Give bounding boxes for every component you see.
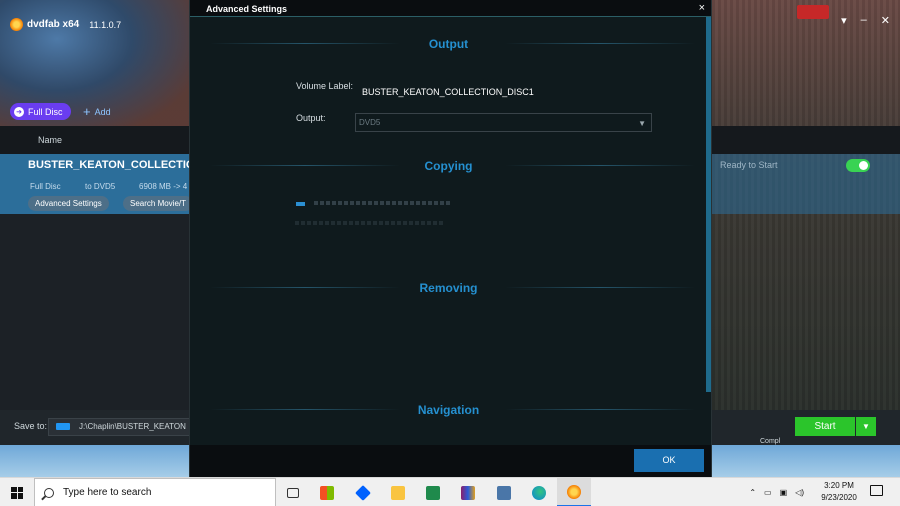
notification-icon[interactable] [870, 485, 883, 496]
output-select[interactable]: DVD5 ▼ [355, 113, 652, 132]
menu-icon[interactable]: ▾ [841, 14, 847, 27]
taskbar: Type here to search ⌃ ▭ ▣ ◁) 3:20 PM 9/2… [0, 477, 900, 506]
task-title: BUSTER_KEATON_COLLECTION [28, 159, 203, 171]
dialog-title: Advanced Settings [206, 4, 288, 14]
dialog-body[interactable]: Output Volume Label: BUSTER_KEATON_COLLE… [190, 17, 707, 445]
app-logo-text: dvdfab x64 [27, 19, 80, 30]
dialog-titlebar: Advanced Settings × [190, 0, 711, 17]
start-dropdown-icon[interactable]: ▼ [856, 417, 876, 436]
volume-label-label: Volume Label: [296, 81, 354, 91]
store-icon[interactable] [310, 478, 344, 506]
copying-option-row [314, 201, 452, 205]
task-size: 6908 MB -> 4 [139, 182, 188, 191]
battery-icon[interactable]: ▭ [764, 488, 772, 497]
dvdfab-logo-icon [10, 18, 23, 31]
window-controls: ▾ – ✕ [841, 14, 890, 27]
advanced-settings-dialog: Advanced Settings × Output Volume Label:… [189, 0, 712, 477]
search-icon [44, 487, 54, 498]
windows-logo-icon [11, 486, 23, 499]
column-name: Name [38, 135, 63, 145]
edge-icon[interactable] [522, 478, 556, 506]
promo-badge[interactable] [797, 5, 829, 19]
close-icon[interactable]: ✕ [881, 14, 890, 27]
output-select-value: DVD5 [359, 118, 381, 127]
task-enable-toggle[interactable] [846, 159, 870, 172]
system-tray: ⌃ ▭ ▣ ◁) [745, 478, 808, 506]
file-explorer-icon[interactable] [381, 478, 415, 506]
task-mode: Full Disc [30, 182, 61, 191]
save-to-label: Save to: [14, 421, 48, 431]
task-row[interactable]: BUSTER_KEATON_COLLECTION Full Disc to DV… [0, 154, 202, 214]
task-status: Ready to Start [720, 160, 778, 170]
app-logo: dvdfab x64 11.1.0.7 [10, 18, 121, 31]
copying-option-row [295, 221, 445, 225]
minimize-icon[interactable]: – [861, 14, 867, 27]
search-movie-button[interactable]: Search Movie/T [123, 196, 194, 211]
volume-icon[interactable]: ◁) [795, 488, 804, 497]
chevron-up-icon[interactable]: ⌃ [749, 488, 756, 497]
app-version: 11.1.0.7 [89, 19, 122, 30]
task-view-icon[interactable] [276, 478, 310, 506]
ok-button[interactable]: OK [634, 449, 704, 472]
completion-text: Compl [760, 438, 781, 445]
copying-option-checkbox[interactable] [296, 202, 305, 206]
section-output-title: Output [428, 37, 469, 51]
winrar-icon[interactable] [451, 478, 485, 506]
excel-icon[interactable] [416, 478, 450, 506]
chevron-down-icon: ▼ [638, 119, 646, 128]
plus-icon: + [83, 104, 91, 119]
full-disc-label: Full Disc [28, 106, 63, 117]
task-target: to DVD5 [85, 182, 116, 191]
section-removing-title: Removing [419, 281, 478, 295]
hdd-icon [56, 423, 70, 430]
advanced-settings-button[interactable]: Advanced Settings [28, 196, 109, 211]
clock-time: 3:20 PM [824, 481, 854, 490]
full-disc-button[interactable]: ➜ Full Disc [10, 103, 71, 120]
dvdfab-icon[interactable] [557, 478, 591, 506]
arrow-right-icon: ➜ [14, 106, 24, 117]
start-button[interactable]: Start [795, 417, 855, 436]
task-list-empty-area [0, 214, 190, 410]
taskbar-search[interactable]: Type here to search [34, 478, 276, 506]
task-row-status: Ready to Start [712, 154, 900, 214]
dialog-footer: OK [190, 445, 711, 477]
vk-icon[interactable] [487, 478, 521, 506]
taskbar-clock[interactable]: 3:20 PM 9/23/2020 [812, 480, 866, 504]
add-label: Add [94, 106, 111, 117]
clock-date: 9/23/2020 [821, 493, 857, 502]
volume-label-value[interactable]: BUSTER_KEATON_COLLECTION_DISC1 [362, 87, 534, 97]
close-icon[interactable]: × [699, 2, 705, 14]
section-navigation-title: Navigation [417, 403, 480, 417]
output-label: Output: [296, 113, 326, 123]
dialog-scrollbar[interactable] [706, 17, 711, 392]
save-to-path: J:\Chaplin\BUSTER_KEATON [79, 422, 186, 431]
add-button[interactable]: + Add [83, 104, 111, 119]
search-placeholder: Type here to search [63, 487, 152, 498]
windows-start-button[interactable] [0, 478, 34, 506]
section-copying-title: Copying [424, 159, 473, 173]
network-icon[interactable]: ▣ [780, 488, 788, 497]
save-to-path-field[interactable]: J:\Chaplin\BUSTER_KEATON [48, 418, 190, 436]
dropbox-icon[interactable] [346, 478, 380, 506]
